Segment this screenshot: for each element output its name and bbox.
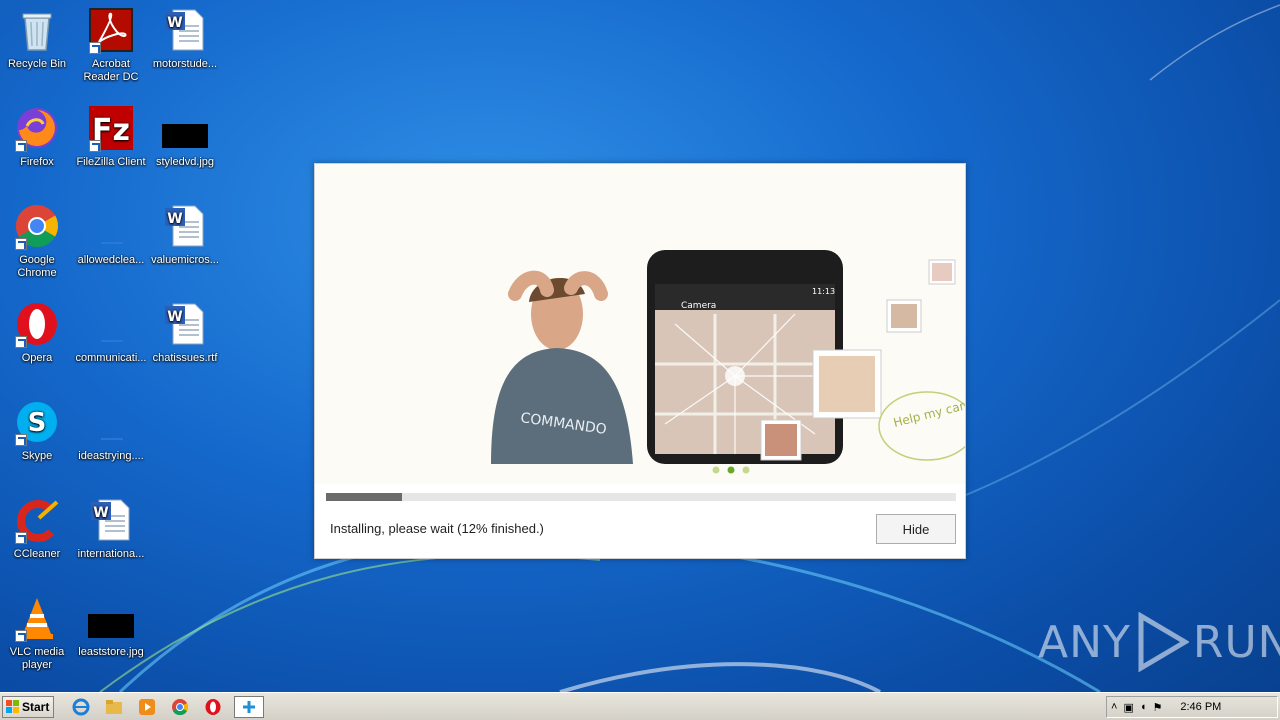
- word-document-icon: W: [161, 202, 209, 250]
- volume-icon[interactable]: ◖: [1140, 701, 1147, 713]
- carousel-dot-active: [727, 466, 735, 474]
- word-document-icon: W: [87, 496, 135, 544]
- installer-taskbar-button[interactable]: [234, 696, 264, 718]
- chrome-desktop-icon[interactable]: Google Chrome: [0, 202, 74, 280]
- worried-man-illustration: COMMANDO: [491, 270, 633, 464]
- leaststore-desktop-icon[interactable]: leaststore.jpg: [74, 594, 148, 659]
- play-logo-icon: [1138, 612, 1189, 672]
- carousel-dot: [742, 466, 750, 474]
- svg-text:S: S: [28, 408, 47, 438]
- media-player-taskbar-icon[interactable]: [136, 696, 158, 718]
- watermark-left-text: ANY: [1038, 616, 1131, 668]
- taskbar-clock[interactable]: 2:46 PM: [1180, 701, 1221, 713]
- desktop-icon-label: FileZilla Client: [76, 156, 146, 168]
- action-center-flag-icon[interactable]: ⚑: [1153, 701, 1163, 714]
- windows-logo-icon: [6, 700, 19, 713]
- opera-icon: [13, 300, 61, 348]
- motorstude-desktop-icon[interactable]: W motorstude...: [148, 6, 222, 71]
- valuemicros-desktop-icon[interactable]: W valuemicros...: [148, 202, 222, 267]
- svg-text:W: W: [167, 309, 182, 325]
- network-icon[interactable]: ▣: [1123, 701, 1133, 714]
- vlc-desktop-icon[interactable]: VLC media player: [0, 594, 74, 672]
- system-tray: ˄ ▣ ◖ ⚑ 2:46 PM: [1106, 696, 1278, 718]
- opera-desktop-icon[interactable]: Opera: [0, 300, 74, 365]
- image-file-icon: [161, 104, 209, 152]
- filezilla-desktop-icon[interactable]: Fz FileZilla Client: [74, 104, 148, 169]
- svg-text:W: W: [93, 505, 108, 521]
- acrobat-desktop-icon[interactable]: Acrobat Reader DC: [74, 6, 148, 84]
- desktop-icon-label: valuemicros...: [151, 254, 219, 266]
- word-document-icon: W: [161, 6, 209, 54]
- recycle-bin-icon: [13, 6, 61, 54]
- desktop-icon-label: Recycle Bin: [7, 58, 67, 70]
- carousel-dot: [712, 466, 720, 474]
- install-status-text: Installing, please wait (12% finished.): [330, 521, 544, 536]
- skype-desktop-icon[interactable]: S Skype: [0, 398, 74, 463]
- anyrun-watermark: ANY RUN: [1038, 612, 1280, 672]
- desktop-icon-label: motorstude...: [152, 58, 218, 70]
- phone-app-title: Camera: [681, 301, 716, 311]
- opera-taskbar-icon[interactable]: [202, 696, 224, 718]
- svg-text:W: W: [167, 15, 182, 31]
- desktop-icon-label: Skype: [21, 450, 53, 462]
- chatissues-desktop-icon[interactable]: W chatissues.rtf: [148, 300, 222, 365]
- chrome-taskbar-icon[interactable]: [169, 696, 191, 718]
- recycle-bin-desktop-icon[interactable]: Recycle Bin: [0, 6, 74, 71]
- start-button[interactable]: Start: [2, 696, 54, 718]
- watermark-right-text: RUN: [1192, 616, 1280, 668]
- install-progress-fill: [326, 493, 402, 501]
- desktop-icon-label: Firefox: [20, 156, 54, 168]
- taskbar: Start ˄ ▣ ◖ ⚑ 2:46 PM: [0, 692, 1280, 720]
- internet-explorer-taskbar-icon[interactable]: [70, 696, 92, 718]
- help-speech-bubble: Help my careless pap please!: [878, 373, 965, 461]
- ccleaner-icon: [13, 496, 61, 544]
- desktop-icon-label: Google Chrome: [17, 254, 57, 279]
- firefox-desktop-icon[interactable]: Firefox: [0, 104, 74, 169]
- blank-file-icon: [87, 202, 135, 250]
- firefox-icon: [13, 104, 61, 152]
- desktop-icon-label: ideastrying....: [78, 450, 144, 462]
- show-hidden-icons-icon[interactable]: ˄: [1111, 701, 1117, 713]
- blank-file-icon: [87, 300, 135, 348]
- communicati-desktop-icon[interactable]: communicati...: [74, 300, 148, 365]
- svg-text:W: W: [167, 211, 182, 227]
- desktop-icon-label: internationa...: [77, 548, 145, 560]
- start-label: Start: [22, 700, 50, 714]
- desktop-icon-label: communicati...: [75, 352, 147, 364]
- ccleaner-desktop-icon[interactable]: CCleaner: [0, 496, 74, 561]
- banner-illustration: COMMANDO Camera 11:13: [491, 250, 965, 474]
- word-document-icon: W: [161, 300, 209, 348]
- desktop-icon-label: styledvd.jpg: [155, 156, 215, 168]
- vlc-icon: [13, 594, 61, 642]
- internationa-desktop-icon[interactable]: W internationa...: [74, 496, 148, 561]
- skype-icon: S: [13, 398, 61, 446]
- installer-window: COMMANDO Camera 11:13 Installing, please…: [314, 163, 966, 559]
- hide-button[interactable]: Hide: [876, 514, 956, 544]
- ideastrying-desktop-icon[interactable]: ideastrying....: [74, 398, 148, 463]
- filezilla-icon: Fz: [87, 104, 135, 152]
- install-progress-bar: [326, 493, 956, 501]
- desktop-icon-label: Opera: [21, 352, 53, 364]
- styledvd-desktop-icon[interactable]: styledvd.jpg: [148, 104, 222, 169]
- allowedclea-desktop-icon[interactable]: allowedclea...: [74, 202, 148, 267]
- file-explorer-taskbar-icon[interactable]: [103, 696, 125, 718]
- acrobat-reader-icon: [87, 6, 135, 54]
- desktop-icon-label: allowedclea...: [77, 254, 145, 266]
- desktop-icon-label: leaststore.jpg: [78, 646, 144, 658]
- blank-file-icon: [87, 398, 135, 446]
- desktop-icon-label: CCleaner: [13, 548, 61, 560]
- chrome-icon: [13, 202, 61, 250]
- desktop-icon-label: VLC media player: [9, 646, 65, 671]
- desktop-icon-label: chatissues.rtf: [152, 352, 218, 364]
- phone-time: 11:13: [812, 287, 835, 296]
- installer-banner: COMMANDO Camera 11:13: [315, 164, 965, 484]
- image-file-icon: [87, 594, 135, 642]
- desktop-icon-label: Acrobat Reader DC: [83, 58, 139, 83]
- phone-illustration: Camera 11:13: [647, 250, 882, 464]
